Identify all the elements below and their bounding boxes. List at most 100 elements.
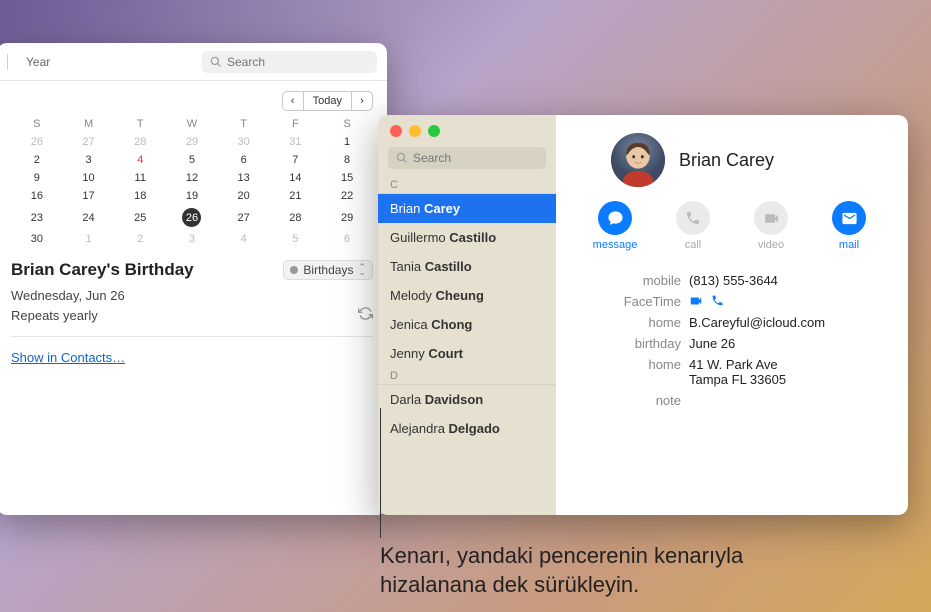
close-button[interactable] xyxy=(390,125,402,137)
info-label: mobile xyxy=(576,273,681,288)
contact-list-item[interactable]: Jenica Chong xyxy=(378,310,556,339)
calendar-day[interactable]: 30 xyxy=(218,133,270,151)
calendar-day[interactable]: 1 xyxy=(321,133,373,151)
dow-header: S xyxy=(11,115,63,133)
calendar-day[interactable]: 26 xyxy=(166,205,218,230)
mail-button[interactable]: mail xyxy=(824,201,874,251)
calendar-day[interactable]: 20 xyxy=(218,187,270,205)
avatar xyxy=(611,133,665,187)
calendar-day[interactable]: 22 xyxy=(321,187,373,205)
contact-list-item[interactable]: Guillermo Castillo xyxy=(378,223,556,252)
video-icon xyxy=(763,210,780,227)
facetime-icons[interactable] xyxy=(689,294,724,309)
info-label: note xyxy=(576,393,681,408)
calendar-day[interactable]: 1 xyxy=(63,230,115,248)
dow-header: W xyxy=(166,115,218,133)
calendar-color-dot xyxy=(290,266,298,274)
tab-year[interactable]: Year xyxy=(16,52,60,72)
call-label: call xyxy=(685,239,702,251)
calendar-day[interactable]: 14 xyxy=(270,169,322,187)
calendar-day[interactable]: 8 xyxy=(321,151,373,169)
calendar-day[interactable]: 7 xyxy=(270,151,322,169)
message-button[interactable]: message xyxy=(590,201,640,251)
video-icon xyxy=(689,294,703,308)
info-row: mobile(813) 555-3644 xyxy=(576,273,888,288)
calendar-day[interactable]: 16 xyxy=(11,187,63,205)
calendar-day[interactable]: 28 xyxy=(270,205,322,230)
info-label: FaceTime xyxy=(576,294,681,309)
calendar-day[interactable]: 28 xyxy=(114,133,166,151)
call-button[interactable]: call xyxy=(668,201,718,251)
calendar-day[interactable]: 27 xyxy=(63,133,115,151)
action-row: message call video mail xyxy=(576,201,888,251)
calendar-day[interactable]: 18 xyxy=(114,187,166,205)
calendar-day[interactable]: 3 xyxy=(63,151,115,169)
next-month-button[interactable]: › xyxy=(351,91,373,111)
divider xyxy=(7,54,8,70)
divider xyxy=(11,336,373,337)
calendar-day[interactable]: 27 xyxy=(218,205,270,230)
calendar-day[interactable]: 31 xyxy=(270,133,322,151)
dow-header: T xyxy=(218,115,270,133)
calendar-day[interactable]: 23 xyxy=(11,205,63,230)
calendar-window: Year ‹ Today › SMTWTFS 26272829303112345… xyxy=(0,43,387,515)
calendar-search-input[interactable] xyxy=(227,55,369,69)
calendar-day[interactable]: 13 xyxy=(218,169,270,187)
calendar-grid: SMTWTFS 26272829303112345678910111213141… xyxy=(11,115,373,248)
message-label: message xyxy=(593,239,638,251)
contact-list-item[interactable]: Jenny Court xyxy=(378,339,556,368)
calendar-day[interactable]: 17 xyxy=(63,187,115,205)
calendar-day[interactable]: 6 xyxy=(321,230,373,248)
contact-last-name: Castillo xyxy=(425,259,472,274)
calendar-day[interactable]: 29 xyxy=(321,205,373,230)
event-calendar-select[interactable]: Birthdays ⌃⌄ xyxy=(283,260,373,280)
contact-list-item[interactable]: Tania Castillo xyxy=(378,252,556,281)
prev-month-button[interactable]: ‹ xyxy=(282,91,304,111)
calendar-day[interactable]: 5 xyxy=(270,230,322,248)
calendar-day[interactable]: 9 xyxy=(11,169,63,187)
contacts-window: CBrian CareyGuillermo CastilloTania Cast… xyxy=(378,115,908,515)
calendar-day[interactable]: 10 xyxy=(63,169,115,187)
show-in-contacts-link[interactable]: Show in Contacts… xyxy=(11,350,125,365)
calendar-search[interactable] xyxy=(202,51,377,73)
window-controls xyxy=(378,115,556,141)
calendar-day[interactable]: 4 xyxy=(218,230,270,248)
calendar-day[interactable]: 21 xyxy=(270,187,322,205)
contact-list-item[interactable]: Darla Davidson xyxy=(378,385,556,414)
calendar-day[interactable]: 3 xyxy=(166,230,218,248)
section-header: D xyxy=(378,368,556,385)
calendar-day[interactable]: 24 xyxy=(63,205,115,230)
info-label: home xyxy=(576,357,681,387)
section-header: C xyxy=(378,177,556,194)
video-button[interactable]: video xyxy=(746,201,796,251)
phone-icon xyxy=(685,210,701,226)
dow-header: M xyxy=(63,115,115,133)
contacts-search[interactable] xyxy=(388,147,546,169)
info-row: note xyxy=(576,393,888,408)
calendar-day[interactable]: 11 xyxy=(114,169,166,187)
calendar-day[interactable]: 12 xyxy=(166,169,218,187)
calendar-day[interactable]: 2 xyxy=(11,151,63,169)
calendar-day[interactable]: 29 xyxy=(166,133,218,151)
calendar-day[interactable]: 2 xyxy=(114,230,166,248)
calendar-day[interactable]: 30 xyxy=(11,230,63,248)
contact-last-name: Castillo xyxy=(449,230,496,245)
contacts-search-input[interactable] xyxy=(413,151,538,165)
contact-list-item[interactable]: Melody Cheung xyxy=(378,281,556,310)
minimize-button[interactable] xyxy=(409,125,421,137)
contact-last-name: Cheung xyxy=(436,288,484,303)
zoom-button[interactable] xyxy=(428,125,440,137)
info-value: B.Careyful@icloud.com xyxy=(689,315,825,330)
info-value: 41 W. Park Ave Tampa FL 33605 xyxy=(689,357,786,387)
today-button[interactable]: Today xyxy=(304,91,351,111)
video-label: video xyxy=(758,239,784,251)
calendar-day[interactable]: 5 xyxy=(166,151,218,169)
calendar-day[interactable]: 19 xyxy=(166,187,218,205)
calendar-day[interactable]: 4 xyxy=(114,151,166,169)
calendar-day[interactable]: 26 xyxy=(11,133,63,151)
contact-list-item[interactable]: Alejandra Delgado xyxy=(378,414,556,443)
contact-list-item[interactable]: Brian Carey xyxy=(378,194,556,223)
calendar-day[interactable]: 6 xyxy=(218,151,270,169)
calendar-day[interactable]: 25 xyxy=(114,205,166,230)
calendar-day[interactable]: 15 xyxy=(321,169,373,187)
